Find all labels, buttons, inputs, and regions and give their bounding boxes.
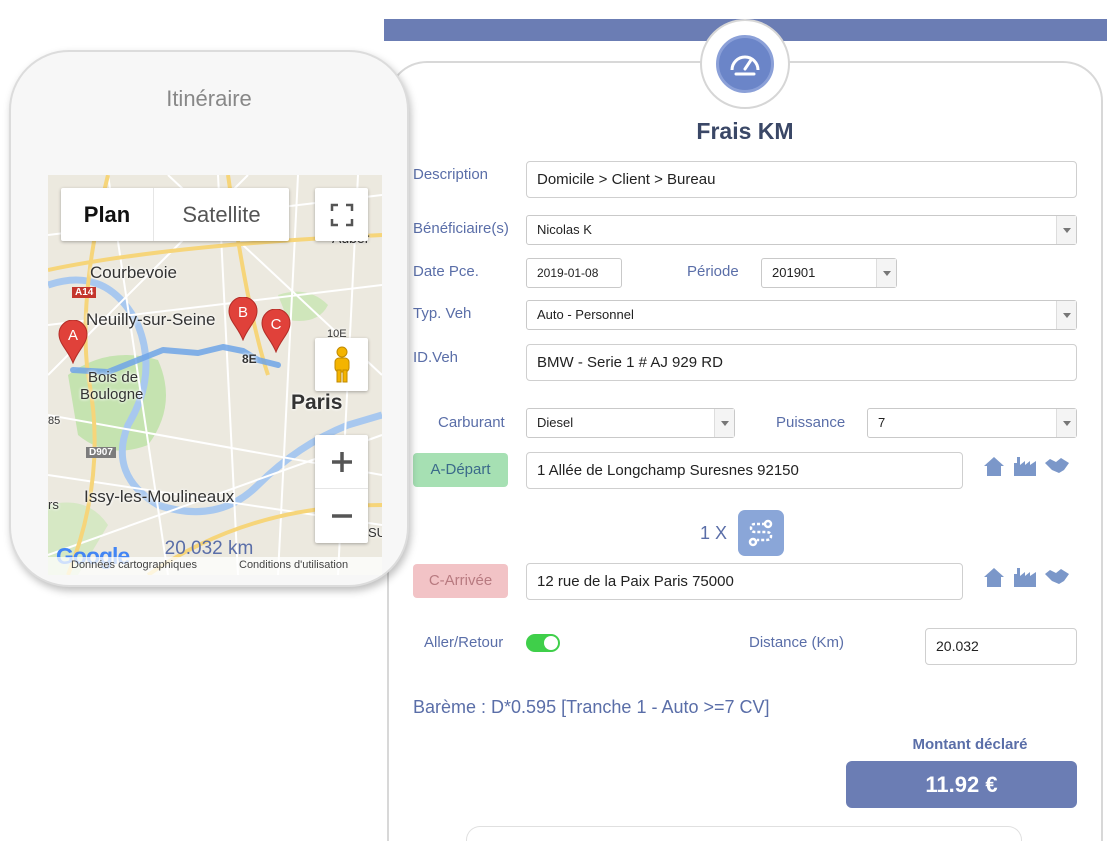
distance-label: Distance (Km) <box>749 634 845 651</box>
minus-icon <box>331 514 352 518</box>
depart-badge: A-Départ <box>413 453 508 487</box>
factory-icon[interactable] <box>1012 566 1038 588</box>
svg-text:C: C <box>271 316 282 333</box>
date-pce-input[interactable]: 2019-01-08 <box>526 258 622 288</box>
puissance-value: 7 <box>878 415 886 430</box>
depart-address-input[interactable]: 1 Allée de Longchamp Suresnes 92150 <box>526 452 963 489</box>
route-swap-icon <box>748 519 773 547</box>
street-view-button[interactable] <box>315 338 368 391</box>
handshake-icon[interactable] <box>1044 455 1070 477</box>
road-a14-badge: A14 <box>72 287 97 298</box>
arrivee-address-shortcuts <box>982 566 1070 588</box>
beneficiaires-label: Bénéficiaire(s) <box>413 220 509 237</box>
aller-retour-toggle[interactable] <box>526 634 560 652</box>
arrivee-address-input[interactable]: 12 rue de la Paix Paris 75000 <box>526 563 963 600</box>
typ-veh-label: Typ. Veh <box>413 305 472 322</box>
id-veh-label: ID.Veh <box>413 349 459 366</box>
periode-label: Période <box>687 263 739 280</box>
road-d907-badge: D907 <box>86 447 116 458</box>
date-pce-label: Date Pce. <box>413 263 479 280</box>
map-label-boulogne: Boulogne <box>80 386 144 403</box>
aller-retour-label: Aller/Retour <box>424 634 504 651</box>
page-title: Frais KM <box>696 118 794 144</box>
periode-select[interactable]: 201901 <box>761 258 897 288</box>
route-distance: 20.032 km <box>164 538 254 559</box>
map-type-switch: Plan Satellite <box>61 188 289 241</box>
speedometer-icon <box>716 35 774 93</box>
pegman-icon <box>334 346 349 382</box>
chevron-down-icon[interactable] <box>876 259 896 287</box>
map-label-issy: Issy-les-Moulineaux <box>84 487 235 506</box>
zoom-in-button[interactable] <box>315 435 368 489</box>
map-type-satellite-button[interactable]: Satellite <box>154 188 289 241</box>
id-veh-input[interactable]: BMW - Serie 1 # AJ 929 RD <box>526 344 1077 381</box>
zoom-control <box>315 435 368 543</box>
svg-text:B: B <box>238 304 248 321</box>
map-label-rs: rs <box>48 497 59 512</box>
marker-b-icon[interactable]: B <box>228 297 258 341</box>
montant-label: Montant déclaré <box>912 736 1028 753</box>
typ-veh-select[interactable]: Auto - Personnel <box>526 300 1077 330</box>
map-data-link[interactable]: Données cartographiques <box>71 559 197 571</box>
fullscreen-icon <box>330 203 353 226</box>
map-label-bois-de: Bois de <box>88 369 139 386</box>
svg-text:A: A <box>68 327 78 344</box>
puissance-select[interactable]: 7 <box>867 408 1077 438</box>
beneficiaires-select[interactable]: Nicolas K <box>526 215 1077 245</box>
card-footer <box>466 826 1022 841</box>
map-label-85: 85 <box>48 415 61 427</box>
marker-c-icon[interactable]: C <box>261 309 291 353</box>
factory-icon[interactable] <box>1012 455 1038 477</box>
carburant-value: Diesel <box>537 415 574 430</box>
arrivee-badge: C-Arrivée <box>413 564 508 598</box>
form-logo <box>700 19 790 109</box>
map-terms-link[interactable]: Conditions d'utilisation <box>239 559 348 571</box>
montant-value: 11.92 € <box>846 761 1077 808</box>
map-label-paris: Paris <box>291 391 343 414</box>
typ-veh-value: Auto - Personnel <box>537 307 634 322</box>
chevron-down-icon[interactable] <box>1056 216 1076 244</box>
map-label-8e: 8E <box>242 352 257 366</box>
map-label-courbevoie: Courbevoie <box>90 263 177 282</box>
bareme-text: Barème : D*0.595 [Tranche 1 - Auto >=7 C… <box>413 697 770 717</box>
route-map[interactable]: A B C Courbevoie Neuilly-sur-Seine Bois … <box>48 175 382 575</box>
route-count: 1 X <box>700 523 728 543</box>
carburant-label: Carburant <box>438 414 505 431</box>
itinerary-panel: Itinéraire A B C Courbevoie Neuilly-sur-… <box>9 50 409 587</box>
description-label: Description <box>413 166 489 183</box>
fullscreen-button[interactable] <box>315 188 368 241</box>
depart-address-shortcuts <box>982 455 1070 477</box>
periode-value: 201901 <box>772 265 816 280</box>
map-label-neuilly: Neuilly-sur-Seine <box>86 310 216 329</box>
puissance-label: Puissance <box>776 414 846 431</box>
beneficiaires-value: Nicolas K <box>537 222 592 237</box>
marker-a-icon[interactable]: A <box>58 320 88 364</box>
home-icon[interactable] <box>982 455 1006 477</box>
zoom-out-button[interactable] <box>315 489 368 543</box>
handshake-icon[interactable] <box>1044 566 1070 588</box>
map-type-plan-button[interactable]: Plan <box>61 188 154 241</box>
itinerary-title: Itinéraire <box>166 86 252 111</box>
chevron-down-icon[interactable] <box>1056 301 1076 329</box>
carburant-select[interactable]: Diesel <box>526 408 735 438</box>
distance-input[interactable]: 20.032 <box>925 628 1077 665</box>
description-input[interactable]: Domicile > Client > Bureau <box>526 161 1077 198</box>
chevron-down-icon[interactable] <box>1056 409 1076 437</box>
plus-icon <box>331 451 352 472</box>
chevron-down-icon[interactable] <box>714 409 734 437</box>
add-stop-button[interactable] <box>738 510 784 556</box>
home-icon[interactable] <box>982 566 1006 588</box>
